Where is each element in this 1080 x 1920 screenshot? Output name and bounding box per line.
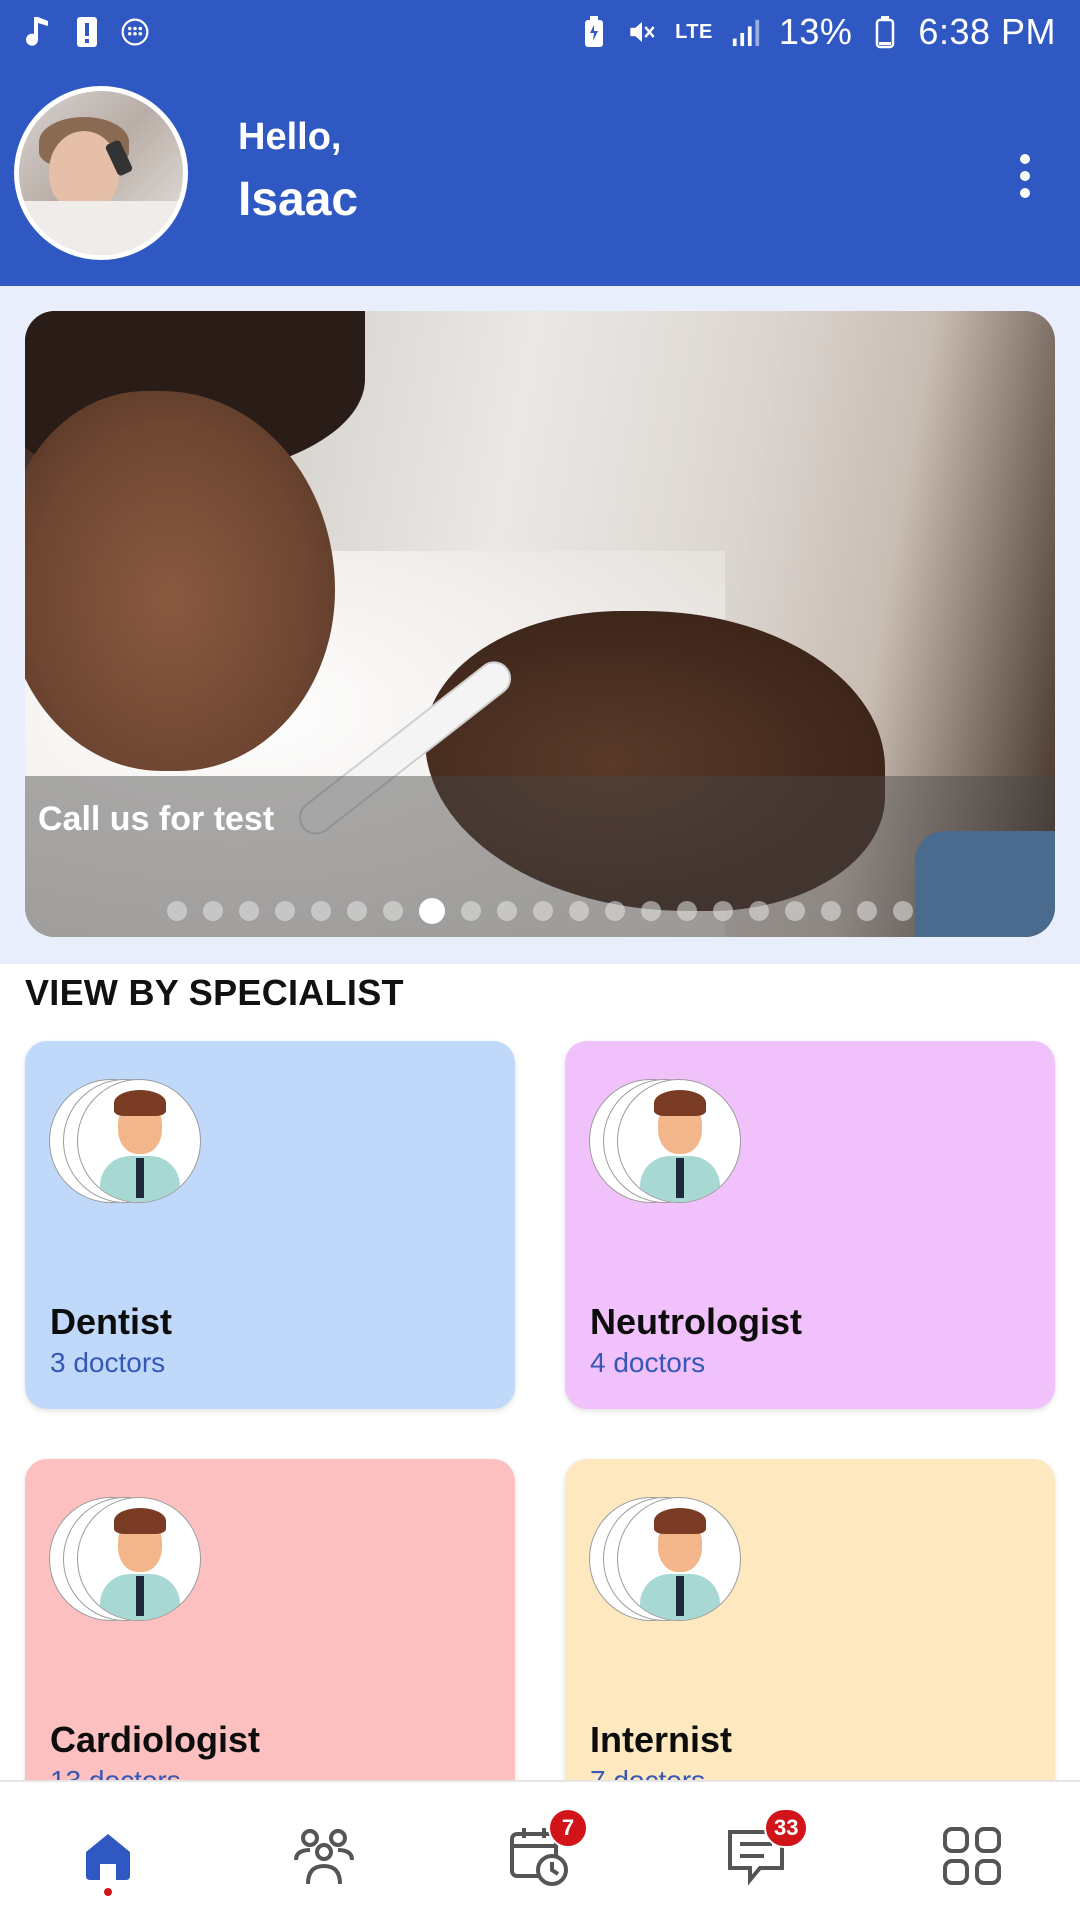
carousel-dot[interactable] xyxy=(497,901,517,921)
avatar[interactable] xyxy=(14,86,188,260)
status-bar: LTE 13% 6:38 PM xyxy=(0,0,1080,64)
battery-saver-icon xyxy=(579,15,609,49)
specialist-name: Neutrologist xyxy=(590,1301,802,1342)
carousel-dot[interactable] xyxy=(167,901,187,921)
banner-carousel[interactable]: Call us for test xyxy=(25,311,1055,937)
doctor-avatars xyxy=(589,1497,749,1621)
carousel-dot[interactable] xyxy=(347,901,367,921)
mute-icon xyxy=(627,15,657,49)
battery-icon xyxy=(870,15,900,49)
carousel-dot[interactable] xyxy=(821,901,841,921)
carousel-dot[interactable] xyxy=(713,901,733,921)
section-title: VIEW BY SPECIALIST xyxy=(25,972,404,1013)
carousel-dot[interactable] xyxy=(383,901,403,921)
specialist-card-dentist[interactable]: Dentist 3 doctors xyxy=(25,1041,515,1409)
carousel-dot[interactable] xyxy=(311,901,331,921)
carousel-indicators xyxy=(167,898,913,924)
status-left xyxy=(24,15,150,49)
nav-home[interactable] xyxy=(72,1822,144,1894)
active-tab-indicator xyxy=(104,1888,112,1896)
home-icon xyxy=(80,1828,136,1889)
carousel-dot[interactable] xyxy=(857,901,877,921)
carousel-dot[interactable] xyxy=(749,901,769,921)
clock: 6:38 PM xyxy=(918,11,1056,52)
carousel-dot[interactable] xyxy=(893,901,913,921)
alert-icon xyxy=(72,15,102,49)
doctor-icon xyxy=(77,1497,201,1621)
specialist-name: Cardiologist xyxy=(50,1719,261,1760)
doctor-icon xyxy=(617,1079,741,1203)
greeting-text: Hello, xyxy=(238,116,342,158)
carousel-dot[interactable] xyxy=(203,901,223,921)
status-right: LTE 13% 6:38 PM xyxy=(579,11,1056,53)
banner-section: Call us for test xyxy=(0,286,1080,964)
doctor-icon xyxy=(77,1079,201,1203)
nav-doctors[interactable] xyxy=(288,1822,360,1894)
banner-caption-bar: Call us for test xyxy=(25,776,1055,937)
network-type: LTE xyxy=(675,20,713,43)
carousel-dot[interactable] xyxy=(275,901,295,921)
people-icon xyxy=(292,1824,356,1893)
music-note-icon xyxy=(24,15,54,49)
banner-caption: Call us for test xyxy=(38,800,275,838)
doctor-count: 3 doctors xyxy=(50,1347,166,1378)
nav-more[interactable] xyxy=(936,1822,1008,1894)
carousel-dot[interactable] xyxy=(533,901,553,921)
signal-icon xyxy=(731,15,761,49)
bottom-navigation: 7 33 xyxy=(0,1780,1080,1920)
user-name: Isaac xyxy=(238,173,359,226)
carousel-dot-active[interactable] xyxy=(419,898,445,924)
nav-appointments[interactable]: 7 xyxy=(504,1808,588,1894)
carousel-dot[interactable] xyxy=(569,901,589,921)
specialist-card-cardiologist[interactable]: Cardiologist 13 doctors xyxy=(25,1459,515,1827)
carousel-dot[interactable] xyxy=(605,901,625,921)
doctor-avatars xyxy=(589,1079,749,1203)
specialist-card-internist[interactable]: Internist 7 doctors xyxy=(565,1459,1055,1827)
nav-messages[interactable]: 33 xyxy=(720,1808,809,1894)
battery-percent: 13% xyxy=(778,11,853,52)
carousel-dot[interactable] xyxy=(785,901,805,921)
data-saver-icon xyxy=(120,15,150,49)
app-header: Hello, Isaac xyxy=(0,64,1080,286)
appointments-badge: 7 xyxy=(548,1808,588,1848)
more-options-icon[interactable] xyxy=(1010,146,1040,206)
messages-badge: 33 xyxy=(764,1808,809,1848)
specialist-name: Internist xyxy=(590,1719,733,1760)
doctor-avatars xyxy=(49,1497,209,1621)
carousel-dot[interactable] xyxy=(461,901,481,921)
doctor-count: 4 doctors xyxy=(590,1347,706,1378)
carousel-dot[interactable] xyxy=(239,901,259,921)
specialist-name: Dentist xyxy=(50,1301,173,1342)
doctor-icon xyxy=(617,1497,741,1621)
carousel-dot[interactable] xyxy=(641,901,661,921)
doctor-avatars xyxy=(49,1079,209,1203)
grid-icon xyxy=(941,1825,1003,1892)
specialist-card-neutrologist[interactable]: Neutrologist 4 doctors xyxy=(565,1041,1055,1409)
carousel-dot[interactable] xyxy=(677,901,697,921)
